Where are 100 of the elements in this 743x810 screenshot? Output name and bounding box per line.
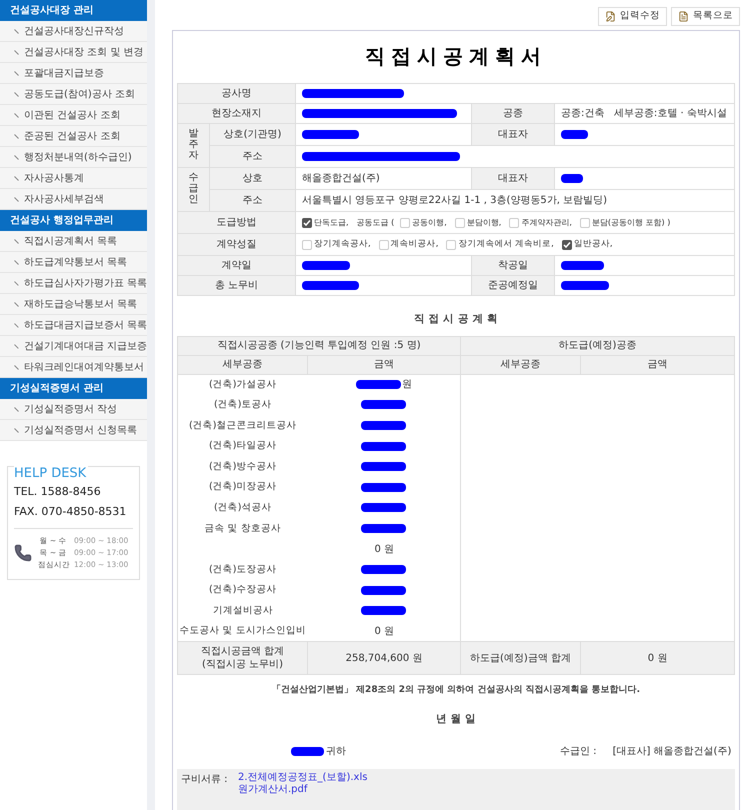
bullet-icon [14, 280, 19, 286]
bullet-icon [14, 238, 19, 244]
field-label: 대표자 [472, 168, 554, 190]
phone-icon [14, 544, 32, 562]
menu-item[interactable]: 공동도급(참여)공사 조회 [0, 84, 147, 105]
menu-item[interactable]: 포괄대금지급보증 [0, 63, 147, 84]
bullet-icon [14, 134, 19, 138]
trade-name: (건축)철근콘크리트공사 [189, 420, 296, 431]
checkbox[interactable] [302, 218, 312, 228]
section-header: 건설공사 행정업무관리 [0, 210, 147, 231]
menu-item[interactable]: 타워크레인대여계약통보서 [0, 357, 147, 378]
bullet-icon [14, 154, 19, 160]
trade-name: (건축)미장공사 [209, 481, 276, 492]
redaction-bar [561, 130, 588, 139]
column-header: 금액 [580, 355, 734, 374]
column-header: 금액 [308, 355, 460, 374]
addressee-suffix: 귀하 [326, 744, 346, 759]
field-label: 계약일 [178, 256, 296, 276]
bullet-icon [14, 364, 19, 370]
section-title: 직 접 시 공 계 획 [412, 312, 500, 327]
menu-item[interactable]: 하도급심사자가평가표 목록 [0, 273, 147, 294]
field-label: 주소 [210, 146, 296, 168]
trade-name: (건축)수장공사 [209, 584, 276, 596]
pencil-document-icon [605, 10, 616, 22]
list-button[interactable]: 목록으로 [671, 6, 740, 26]
group-label: 발주자 [188, 128, 198, 161]
trade-name: (건축)토공사 [214, 399, 272, 410]
column-header: 세부공종 [178, 355, 308, 374]
redaction-bar [302, 280, 359, 290]
menu-item[interactable]: 준공된 건설공사 조회 [0, 126, 147, 147]
trade-name: 기계설비공사 [212, 604, 273, 616]
option-label: 주계약자관리, [521, 216, 572, 228]
bullet-icon [14, 50, 19, 54]
redaction-bar [561, 280, 609, 290]
bullet-icon [14, 260, 19, 264]
edit-button[interactable]: 입력수정 [598, 6, 667, 26]
menu-item[interactable]: 이관된 건설공사 조회 [0, 105, 147, 126]
menu-item[interactable]: 하도급대금지급보증서 목록 [0, 315, 147, 336]
fax-number: FAX. 070-4850-8531 [14, 504, 128, 520]
field-value: 서울특별시 영등포구 양평로22사길 1-1 , 3층(양평동5가, 보람빌딩) [296, 190, 734, 212]
document-title: 직접시공계획서 [364, 43, 548, 70]
bullet-icon [14, 112, 19, 118]
trade-name: (건축)타일공사 [209, 440, 276, 452]
field-label: 상호(기관명) [210, 124, 296, 146]
checkbox[interactable] [562, 240, 572, 250]
tel-number: TEL. 1588-8456 [14, 484, 102, 500]
amount: 0 원 [374, 626, 394, 637]
redaction-bar [561, 260, 604, 270]
attachments-label: 구비서류 : [181, 772, 229, 787]
trade-name: 금속 및 창호공사 [204, 522, 281, 534]
bullet-icon [14, 322, 19, 328]
menu-item[interactable]: 기성실적증명서 신청목록 [0, 420, 147, 441]
contractor-value: [대표사] 해올종합건설(주) [612, 744, 732, 759]
menu-item[interactable]: 자사공사통계 [0, 168, 147, 189]
document-icon [678, 10, 689, 22]
field-label: 대표자 [472, 124, 554, 146]
field-label: 도급방법 [178, 212, 296, 234]
option-label: 계속비공사, [390, 238, 438, 251]
bullet-icon [14, 28, 19, 34]
field-label: 주소 [210, 190, 296, 212]
menu-item[interactable]: 건설공사대장신규작성 [0, 21, 147, 42]
menu-item[interactable]: 건설공사대장 조회 및 변경 [0, 42, 147, 63]
field-label: 공사명 [178, 84, 296, 104]
option-label: 분담(공동이행 포함) ) [592, 216, 670, 228]
option-label: 분담이행, [466, 216, 502, 228]
menu-item[interactable]: 행정처분내역(하수급인) [0, 147, 147, 168]
statement-text: 「건설산업기본법」 제28조의 2의 규정에 의하여 건설공사의 직접시공계획을 통보합니다. [270, 684, 642, 698]
redaction-bar [561, 174, 583, 183]
field-value: 공종:건축 세부공종:호텔 · 숙박시설 [554, 104, 734, 124]
menu-item[interactable]: 기성실적증명서 작성 [0, 399, 147, 420]
amount: 0 원 [374, 544, 394, 555]
option-label: 일반공사, [574, 238, 613, 251]
section-header: 기성실적증명서 관리 [0, 378, 147, 399]
menu-item[interactable]: 재하도급승낙통보서 목록 [0, 294, 147, 315]
bullet-icon [14, 344, 19, 348]
field-value: 해올종합건설(주) [296, 168, 472, 190]
bullet-icon [14, 70, 19, 76]
menu-item[interactable]: 하도급계약통보서 목록 [0, 252, 147, 273]
field-label: 상호 [210, 168, 296, 190]
option-label: 장기계속에서 계속비로, [458, 238, 554, 251]
menu-item[interactable]: 건설기계대여대금 지급보증 [0, 336, 147, 357]
file-link[interactable]: 원가계산서.pdf [238, 784, 368, 796]
trade-name: (건축)방수공사 [209, 460, 276, 472]
date-line: 년 월 일 [434, 712, 478, 727]
field-label: 준공예정일 [472, 276, 554, 296]
field-label: 계약성질 [178, 234, 296, 256]
total-amount: 258,704,600 원 [308, 642, 460, 675]
menu-item[interactable]: 자사공사세부검색 [0, 189, 147, 210]
option-label: 단독도급, [314, 216, 349, 228]
column-header: 세부공종 [460, 355, 580, 374]
column-header: 직접시공공종 (기능인력 투입예정 인원 :5 명) [178, 336, 460, 356]
field-label: 현장소재지 [178, 104, 296, 124]
field-label: 총 노무비 [178, 276, 296, 296]
section-header: 건설공사대장 관리 [0, 0, 147, 21]
file-link[interactable]: 2.전체예정공정표_(보할).xls [238, 772, 368, 784]
group-label: 수급인 [188, 172, 198, 205]
field-label: 공종 [472, 104, 554, 124]
total-amount: 0 원 [580, 642, 734, 675]
trade-name: (건축)도장공사 [209, 564, 276, 575]
menu-item[interactable]: 직접시공계획서 목록 [0, 231, 147, 252]
